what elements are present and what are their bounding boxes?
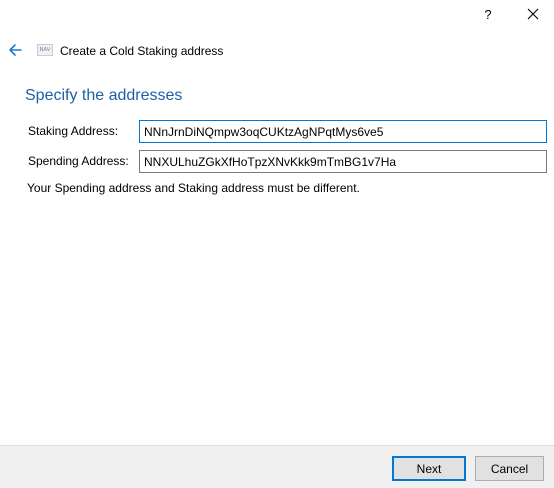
staking-address-input[interactable]	[139, 120, 547, 143]
next-button[interactable]: Next	[392, 456, 466, 481]
close-icon	[527, 8, 539, 20]
window-title: Create a Cold Staking address	[60, 44, 224, 58]
validation-message: Your Spending address and Staking addres…	[27, 181, 360, 195]
spending-address-input[interactable]	[139, 150, 547, 173]
app-logo-text: NAV	[39, 47, 51, 53]
help-label: ?	[484, 6, 492, 22]
help-button[interactable]: ?	[468, 0, 508, 28]
back-button[interactable]	[5, 40, 25, 60]
button-bar	[0, 445, 554, 488]
staking-address-label: Staking Address:	[28, 124, 119, 138]
spending-address-label: Spending Address:	[28, 154, 129, 168]
cancel-button[interactable]: Cancel	[475, 456, 544, 481]
page-heading: Specify the addresses	[25, 87, 183, 104]
close-button[interactable]	[512, 0, 554, 28]
back-arrow-icon	[9, 44, 22, 56]
app-logo: NAV	[37, 44, 53, 56]
